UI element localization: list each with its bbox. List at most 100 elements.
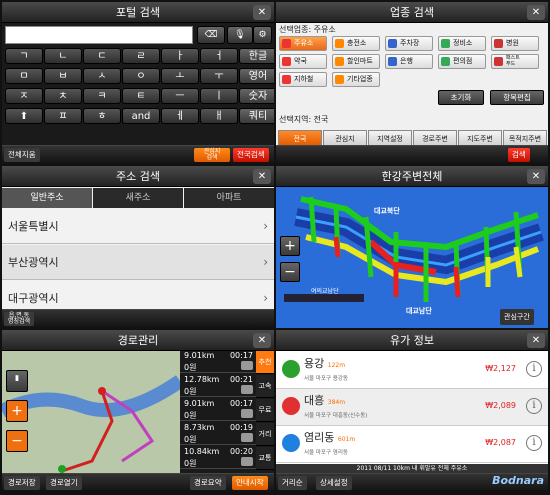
function-key[interactable]: 한글	[239, 48, 274, 64]
category-button[interactable]: 기타업종	[332, 72, 380, 87]
category-button[interactable]: 편의점	[438, 54, 486, 69]
route-row[interactable]: 9.01km 00:17 0원	[180, 399, 256, 421]
route-row[interactable]: 10.84km 00:20 0원	[180, 447, 256, 469]
open-route-button[interactable]: 경로열기	[46, 476, 82, 490]
route-summary-button[interactable]: 경로요약	[190, 476, 226, 490]
zoom-out-button[interactable]: −	[280, 262, 300, 282]
close-button[interactable]: ✕	[527, 333, 545, 348]
key[interactable]: ㅗ	[161, 68, 199, 84]
category-button[interactable]: 주유소	[279, 36, 327, 51]
key[interactable]: and	[122, 108, 160, 124]
key[interactable]: ㅌ	[122, 88, 160, 104]
station-distance: 122m	[327, 362, 346, 369]
route-row[interactable]: 8.73km 00:19 0원	[180, 423, 256, 445]
save-route-button[interactable]: 경로저장	[4, 476, 40, 490]
selected-region-label: 선택지역: 전국	[279, 115, 329, 124]
key[interactable]: ㅈ	[5, 88, 43, 104]
category-button[interactable]: 약국	[279, 54, 327, 69]
reset-button[interactable]: 초기화	[438, 90, 484, 105]
close-button[interactable]: ✕	[253, 5, 271, 20]
key[interactable]: ㅅ	[83, 68, 121, 84]
key[interactable]: ㅁ	[5, 68, 43, 84]
station-row[interactable]: 용강 122m 서울 마포구 용강동 ₩2,127 i	[276, 352, 548, 389]
key[interactable]: ㅔ	[161, 108, 199, 124]
category-button[interactable]: 할인마트	[332, 54, 380, 69]
search-button[interactable]: 검색	[508, 148, 530, 162]
info-icon[interactable]: i	[526, 361, 542, 377]
key[interactable]: ㅐ	[200, 108, 238, 124]
function-key[interactable]: 영어	[239, 68, 274, 84]
start-guidance-button[interactable]: 안내시작	[232, 476, 268, 490]
key[interactable]: ㅡ	[161, 88, 199, 104]
backspace-icon[interactable]: ⌫	[197, 26, 225, 44]
route-option-tab[interactable]: 추천	[256, 351, 274, 374]
category-button[interactable]: 병원	[491, 36, 539, 51]
tab-general-address[interactable]: 일반주소	[2, 188, 92, 208]
close-button[interactable]: ✕	[527, 169, 545, 184]
key[interactable]: ㅣ	[200, 88, 238, 104]
category-button[interactable]: 충전소	[332, 36, 380, 51]
key[interactable]: ㄱ	[5, 48, 43, 64]
key[interactable]: ㅏ	[161, 48, 199, 64]
route-option-tab[interactable]: 거리	[256, 423, 274, 446]
route-time: 00:19	[229, 423, 253, 432]
category-label: 패스트 푸드	[506, 55, 520, 67]
detail-settings-button[interactable]: 상세설정	[316, 476, 352, 490]
tab-apartment[interactable]: 아파트	[184, 188, 274, 208]
category-icon	[335, 39, 344, 48]
category-icon	[388, 39, 397, 48]
list-item[interactable]: 서울특별시 ›	[2, 209, 274, 244]
category-icon	[494, 57, 503, 66]
route-cost: 0원	[184, 411, 197, 420]
key[interactable]: ㅓ	[200, 48, 238, 64]
key[interactable]: ㅂ	[44, 68, 82, 84]
function-key[interactable]: 쿼티	[239, 108, 274, 124]
category-button[interactable]: 지하철	[279, 72, 327, 87]
station-logo	[282, 360, 300, 378]
category-button[interactable]: 은행	[385, 54, 433, 69]
key[interactable]: ㅜ	[200, 68, 238, 84]
key[interactable]: ㅎ	[83, 108, 121, 124]
close-button[interactable]: ✕	[253, 169, 271, 184]
key[interactable]: ㅍ	[44, 108, 82, 124]
zoom-out-button[interactable]: −	[6, 430, 28, 452]
category-button[interactable]: 패스트 푸드	[491, 54, 539, 69]
nearby-search-button[interactable]: 관심지 검색	[194, 148, 230, 162]
key[interactable]: ㄹ	[122, 48, 160, 64]
key[interactable]: ㅋ	[83, 88, 121, 104]
route-row[interactable]: 12.78km 00:21 0원	[180, 375, 256, 397]
station-row[interactable]: 대흥 384m 서울 마포구 대흥동(신수동) ₩2,089 i	[276, 389, 548, 426]
key[interactable]: ㅇ	[122, 68, 160, 84]
close-button[interactable]: ✕	[253, 333, 271, 348]
info-icon[interactable]: i	[526, 398, 542, 414]
close-button[interactable]: ✕	[527, 5, 545, 20]
key[interactable]: ⬆	[5, 108, 43, 124]
list-item[interactable]: 부산광역시 ›	[2, 245, 274, 280]
interest-section-button[interactable]: 관심구간	[500, 309, 534, 325]
key[interactable]: ㅊ	[44, 88, 82, 104]
route-row[interactable]: 9.01km 00:17 0원	[180, 351, 256, 373]
zoom-in-button[interactable]: +	[280, 236, 300, 256]
info-icon[interactable]: i	[526, 435, 542, 451]
edit-items-button[interactable]: 항목편집	[490, 90, 544, 105]
category-button[interactable]: 주차장	[385, 36, 433, 51]
route-option-tab[interactable]: 교통	[256, 447, 274, 470]
category-search-panel: 업종 검색 ✕ 선택업종: 주유소 주유소 충전소 주차장 정비소 병원 약국 할인마트 은행…	[276, 2, 548, 164]
route-option-tab[interactable]: 무료	[256, 399, 274, 422]
gear-icon[interactable]: ⚙	[253, 26, 272, 44]
key[interactable]: ㄷ	[83, 48, 121, 64]
station-row[interactable]: 염리동 601m 서울 마포구 염리동 ₩2,087 i	[276, 426, 548, 463]
sort-distance-button[interactable]: 거리순	[278, 476, 307, 490]
category-button[interactable]: 정비소	[438, 36, 486, 51]
tab-new-address[interactable]: 새주소	[93, 188, 183, 208]
mic-icon[interactable]: 🎙	[227, 26, 253, 44]
clear-all-button[interactable]: 전체지움	[4, 148, 40, 162]
station-price: ₩2,087	[485, 438, 516, 447]
nationwide-search-button[interactable]: 전국검색	[233, 148, 269, 162]
search-input[interactable]	[5, 26, 193, 44]
key[interactable]: ㄴ	[44, 48, 82, 64]
function-key[interactable]: 숫자	[239, 88, 274, 104]
zoom-in-button[interactable]: +	[6, 400, 28, 422]
name-search-button[interactable]: 읍,면,동 명칭검색	[4, 312, 35, 326]
route-option-tab[interactable]: 고속	[256, 375, 274, 398]
